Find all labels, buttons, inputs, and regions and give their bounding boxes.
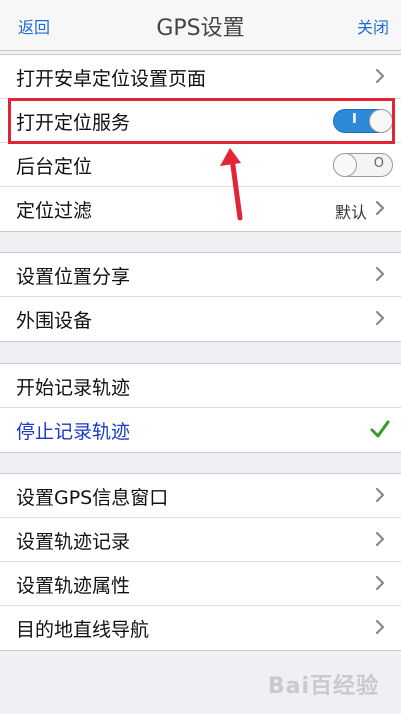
chevron-right-icon — [375, 619, 385, 635]
location-service-toggle[interactable]: I — [333, 109, 393, 133]
settings-group-gps-display: 设置GPS信息窗口 设置轨迹记录 设置轨迹属性 目的地直线导航 — [0, 473, 401, 651]
row-label: 定位过滤 — [16, 200, 93, 222]
row-label: 后台定位 — [16, 156, 93, 178]
row-label: 打开定位服务 — [16, 112, 131, 134]
row-background-location: 后台定位 O — [0, 143, 401, 187]
settings-group-sharing: 设置位置分享 外围设备 — [0, 252, 401, 342]
row-start-recording[interactable]: 开始记录轨迹 — [0, 364, 401, 408]
row-label: 停止记录轨迹 — [16, 421, 131, 443]
navigation-bar: 返回 GPS设置 关闭 — [0, 0, 401, 51]
chevron-right-icon — [375, 68, 385, 84]
settings-group-track-recording: 开始记录轨迹 停止记录轨迹 — [0, 363, 401, 453]
row-label: 设置位置分享 — [16, 266, 131, 288]
close-button[interactable]: 关闭 — [357, 14, 389, 38]
toggle-knob — [333, 153, 357, 177]
row-open-android-location-settings[interactable]: 打开安卓定位设置页面 — [0, 55, 401, 99]
row-label: 目的地直线导航 — [16, 619, 150, 641]
row-track-properties[interactable]: 设置轨迹属性 — [0, 562, 401, 606]
annotation-arrow-icon — [220, 148, 243, 221]
row-peripheral-devices[interactable]: 外围设备 — [0, 297, 401, 341]
row-label: 外围设备 — [16, 310, 93, 332]
location-filter-value: 默认 — [334, 203, 367, 222]
watermark: Bai百经验 — [267, 674, 379, 699]
row-direct-line-navigation[interactable]: 目的地直线导航 — [0, 606, 401, 650]
chevron-right-icon — [375, 487, 385, 503]
row-label: 开始记录轨迹 — [16, 377, 131, 399]
row-gps-info-window[interactable]: 设置GPS信息窗口 — [0, 474, 401, 518]
toggle-on-glyph: I — [352, 112, 357, 127]
toggle-off-glyph: O — [373, 156, 384, 171]
row-location-sharing[interactable]: 设置位置分享 — [0, 253, 401, 297]
chevron-right-icon — [375, 200, 385, 216]
row-enable-location-service: 打开定位服务 I — [0, 99, 401, 143]
chevron-right-icon — [375, 310, 385, 326]
page-title: GPS设置 — [156, 16, 245, 41]
row-label: 设置轨迹记录 — [16, 531, 131, 553]
checkmark-icon — [370, 420, 390, 438]
row-label: 打开安卓定位设置页面 — [16, 68, 207, 90]
chevron-right-icon — [375, 266, 385, 282]
row-label: 设置GPS信息窗口 — [16, 487, 169, 509]
row-label: 设置轨迹属性 — [16, 575, 131, 597]
row-location-filter[interactable]: 定位过滤 默认 — [0, 187, 401, 231]
row-track-recording-settings[interactable]: 设置轨迹记录 — [0, 518, 401, 562]
settings-group-location: 打开安卓定位设置页面 打开定位服务 I 后台定位 O 定位过滤 默认 — [0, 54, 401, 232]
chevron-right-icon — [375, 531, 385, 547]
chevron-right-icon — [375, 575, 385, 591]
background-location-toggle[interactable]: O — [333, 153, 393, 177]
toggle-knob — [369, 109, 393, 133]
row-stop-recording[interactable]: 停止记录轨迹 — [0, 408, 401, 452]
